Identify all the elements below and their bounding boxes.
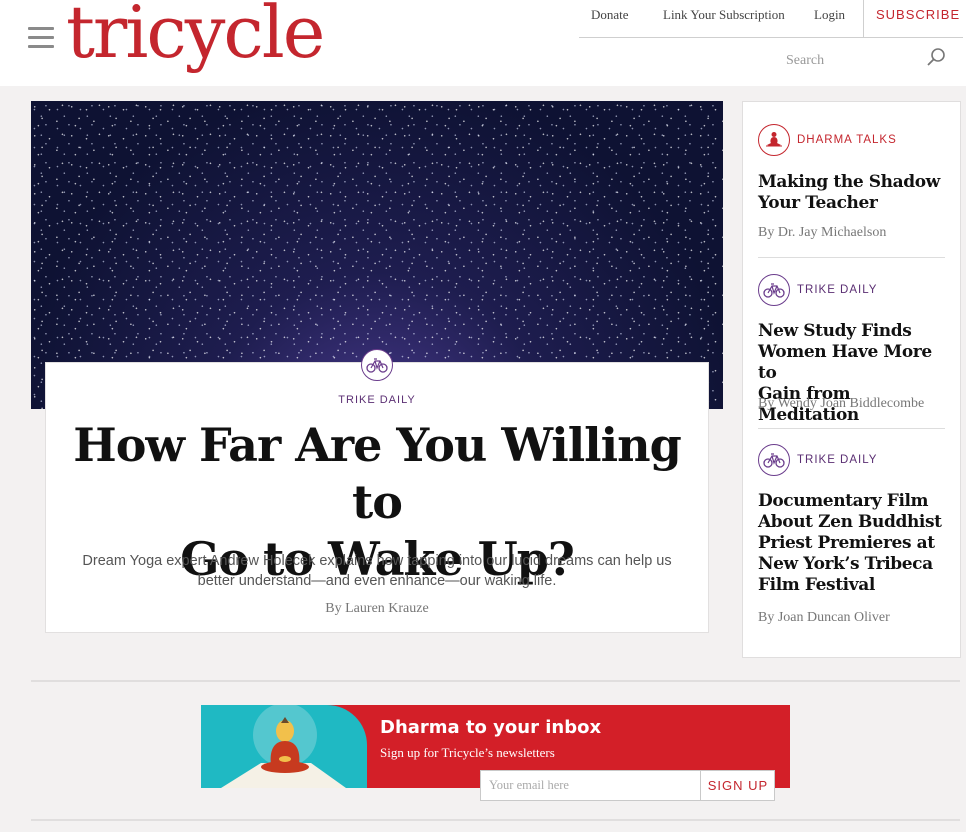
title-line: New Study Finds <box>758 321 912 341</box>
sidebar: DHARMA TALKS Making the Shadow Your Teac… <box>742 101 961 658</box>
bicycle-icon <box>758 274 790 306</box>
sidebar-article-title[interactable]: Documentary Film About Zen Buddhist Prie… <box>758 491 948 596</box>
buddha-illustration <box>201 705 367 788</box>
hero-description-line: Dream Yoga expert Andrew Holecek explain… <box>82 553 672 569</box>
title-line: About Zen Buddhist <box>758 512 942 532</box>
title-line: Priest Premieres at <box>758 533 935 553</box>
title-line: Your Teacher <box>758 193 878 213</box>
hero-description-line: better understand—and even enhance—our w… <box>197 573 557 589</box>
top-nav: Donate Link Your Subscription Login SUBS… <box>579 0 963 38</box>
title-line: Women Have More to <box>758 342 932 383</box>
site-header: tricycle Donate Link Your Subscription L… <box>0 0 966 86</box>
hero-category[interactable]: TRIKE DAILY <box>46 394 708 406</box>
sidebar-byline[interactable]: By Joan Duncan Oliver <box>758 610 890 626</box>
sidebar-category[interactable]: TRIKE DAILY <box>797 284 877 296</box>
site-logo[interactable]: tricycle <box>66 0 325 74</box>
sign-up-button[interactable]: SIGN UP <box>702 771 774 800</box>
sidebar-category[interactable]: TRIKE DAILY <box>797 454 877 466</box>
email-field[interactable] <box>481 771 701 800</box>
divider <box>758 257 945 258</box>
sidebar-byline[interactable]: By Wendy Joan Biddlecombe <box>758 396 924 412</box>
bicycle-icon <box>361 349 393 381</box>
title-line: Film Festival <box>758 575 875 595</box>
link-subscription-link[interactable]: Link Your Subscription <box>663 7 785 23</box>
sidebar-category[interactable]: DHARMA TALKS <box>797 134 897 146</box>
sidebar-article-title[interactable]: Making the Shadow Your Teacher <box>758 172 948 214</box>
newsletter-form: SIGN UP <box>480 770 775 801</box>
login-link[interactable]: Login <box>814 7 845 23</box>
newsletter-title: Dharma to your inbox <box>380 717 602 738</box>
section-divider <box>31 680 960 682</box>
hero-description: Dream Yoga expert Andrew Holecek explain… <box>70 551 684 591</box>
hero-byline[interactable]: By Lauren Krauze <box>46 601 708 617</box>
title-line: Documentary Film <box>758 491 929 511</box>
bicycle-icon <box>758 444 790 476</box>
meditation-icon <box>758 124 790 156</box>
nav-divider <box>863 0 864 38</box>
menu-icon[interactable] <box>28 27 54 49</box>
divider <box>758 428 945 429</box>
title-line: Making the Shadow <box>758 172 940 192</box>
hero-title-line: How Far Are You Willing to <box>73 418 682 529</box>
donate-link[interactable]: Donate <box>591 7 629 23</box>
subscribe-link[interactable]: SUBSCRIBE <box>876 7 960 22</box>
search-input[interactable]: Search <box>786 53 824 69</box>
title-line: New York’s Tribeca <box>758 554 933 574</box>
section-divider <box>31 819 960 821</box>
sidebar-byline[interactable]: By Dr. Jay Michaelson <box>758 225 886 241</box>
newsletter-subtitle: Sign up for Tricycle’s newsletters <box>380 745 555 760</box>
search-icon[interactable] <box>926 47 946 67</box>
hero-card: TRIKE DAILY How Far Are You Willing to G… <box>45 349 709 633</box>
